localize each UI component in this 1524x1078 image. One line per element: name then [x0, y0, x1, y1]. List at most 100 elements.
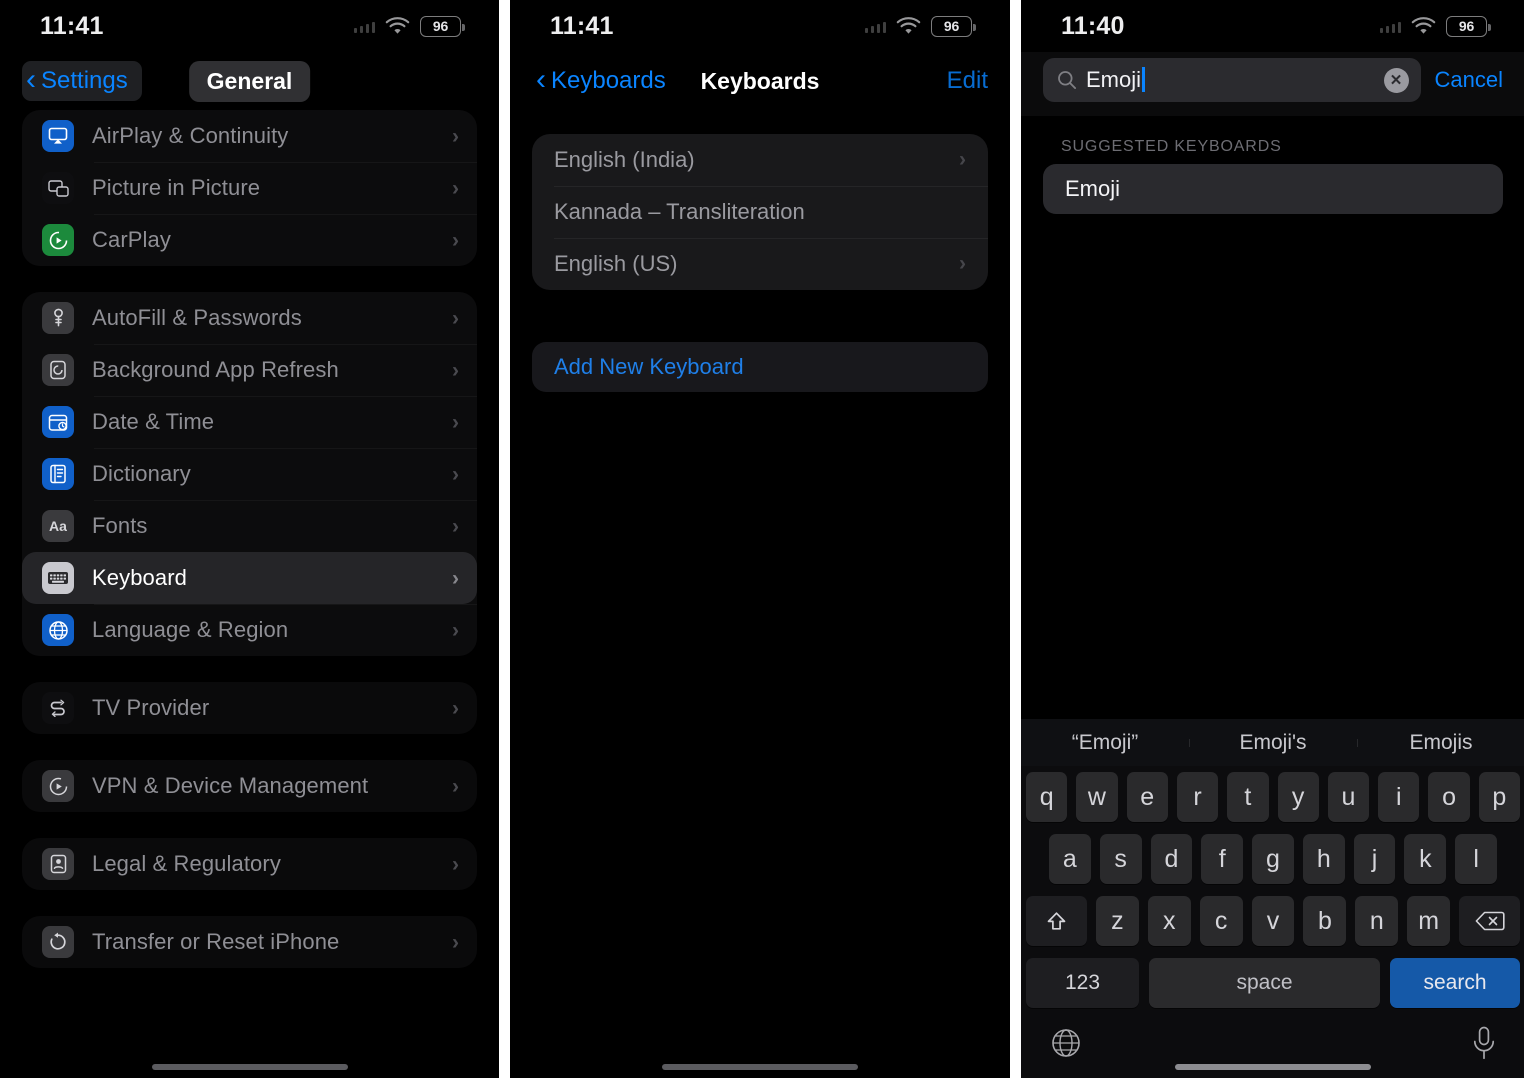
chevron-right-icon: ›: [452, 358, 459, 382]
globe-grid-icon: [42, 614, 74, 646]
row-tv-provider[interactable]: TV Provider ›: [22, 682, 477, 734]
battery-indicator: 96: [420, 15, 465, 37]
row-legal-regulatory[interactable]: Legal & Regulatory ›: [22, 838, 477, 890]
back-button-label: Settings: [41, 67, 128, 94]
search-input[interactable]: Emoji ✕: [1043, 58, 1421, 102]
keyboard-row-4: 123 space search: [1021, 952, 1524, 1014]
prediction-bar: “Emoji” Emoji's Emojis: [1021, 719, 1524, 766]
row-label: Transfer or Reset iPhone: [92, 929, 340, 954]
key-j[interactable]: j: [1353, 834, 1396, 884]
settings-scroll-area[interactable]: AirPlay & Continuity › Picture in Pictur…: [0, 110, 499, 1078]
key-v[interactable]: v: [1251, 896, 1295, 946]
key-h[interactable]: h: [1302, 834, 1345, 884]
numbers-key[interactable]: 123: [1026, 958, 1139, 1008]
prediction-2[interactable]: Emojis: [1357, 731, 1524, 755]
key-d[interactable]: d: [1150, 834, 1193, 884]
row-transfer-reset-iphone[interactable]: Transfer or Reset iPhone ›: [22, 916, 477, 968]
chevron-right-icon: ›: [452, 514, 459, 538]
microphone-icon[interactable]: [1471, 1025, 1497, 1061]
cellular-signal-icon: [1379, 20, 1401, 33]
edit-button[interactable]: Edit: [947, 67, 988, 95]
search-return-key[interactable]: search: [1390, 958, 1520, 1008]
keyboard-row-kannada-transliteration[interactable]: Kannada – Transliteration: [532, 186, 988, 238]
prediction-0[interactable]: “Emoji”: [1021, 731, 1189, 755]
row-label: Dictionary: [92, 461, 191, 486]
backspace-icon[interactable]: [1459, 896, 1521, 946]
row-picture-in-picture[interactable]: Picture in Picture ›: [22, 162, 477, 214]
clear-circle-icon[interactable]: ✕: [1383, 67, 1409, 93]
key-a[interactable]: a: [1048, 834, 1091, 884]
key-p[interactable]: p: [1478, 772, 1520, 822]
row-label: VPN & Device Management: [92, 773, 369, 798]
page-title: Keyboards: [700, 67, 820, 94]
row-language-region[interactable]: Language & Region ›: [22, 604, 477, 656]
panel-general-settings: 11:41 96 ‹ Settings General AirPlay & Co…: [0, 0, 499, 1078]
key-c[interactable]: c: [1199, 896, 1243, 946]
prediction-1[interactable]: Emoji's: [1189, 731, 1357, 755]
key-m[interactable]: m: [1407, 896, 1451, 946]
row-dictionary[interactable]: Dictionary ›: [22, 448, 477, 500]
key-u[interactable]: u: [1327, 772, 1370, 822]
chevron-right-icon: ›: [452, 618, 459, 642]
back-button-keyboards[interactable]: ‹ Keyboards: [532, 61, 680, 101]
keyboard-row-english-us[interactable]: English (US) ›: [532, 238, 988, 290]
shift-icon[interactable]: [1026, 896, 1087, 946]
cellular-signal-icon: [864, 20, 886, 33]
space-key[interactable]: space: [1149, 958, 1380, 1008]
battery-indicator: 96: [1446, 15, 1491, 37]
cancel-button[interactable]: Cancel: [1435, 67, 1503, 93]
row-autofill-passwords[interactable]: AutoFill & Passwords ›: [22, 292, 477, 344]
row-fonts[interactable]: Aa Fonts ›: [22, 500, 477, 552]
back-button-label: Keyboards: [551, 67, 666, 94]
legal-icon: [42, 848, 74, 880]
wifi-icon: [385, 16, 410, 34]
key-y[interactable]: y: [1277, 772, 1319, 822]
chevron-right-icon: ›: [452, 852, 459, 876]
back-button-settings[interactable]: ‹ Settings: [22, 61, 142, 101]
settings-group: AirPlay & Continuity › Picture in Pictur…: [22, 110, 477, 266]
key-z[interactable]: z: [1095, 896, 1139, 946]
keyboard-row-english-india[interactable]: English (India) ›: [532, 134, 988, 186]
key-t[interactable]: t: [1227, 772, 1269, 822]
chevron-right-icon: ›: [452, 306, 459, 330]
row-date-time[interactable]: Date & Time ›: [22, 396, 477, 448]
row-label: AutoFill & Passwords: [92, 305, 302, 330]
page-title: General: [188, 60, 311, 102]
key-f[interactable]: f: [1201, 834, 1244, 884]
settings-group: VPN & Device Management ›: [22, 760, 477, 812]
key-r[interactable]: r: [1176, 772, 1219, 822]
key-i[interactable]: i: [1378, 772, 1420, 822]
text-caret: [1142, 67, 1145, 92]
row-vpn-device-management[interactable]: VPN & Device Management ›: [22, 760, 477, 812]
picture-in-picture-icon: [42, 172, 74, 204]
key-q[interactable]: q: [1026, 772, 1068, 822]
navigation-bar: ‹ Settings General: [0, 52, 499, 110]
key-k[interactable]: k: [1404, 834, 1447, 884]
settings-group: Transfer or Reset iPhone ›: [22, 916, 477, 968]
key-o[interactable]: o: [1428, 772, 1470, 822]
key-e[interactable]: e: [1126, 772, 1168, 822]
row-label: AirPlay & Continuity: [92, 123, 289, 148]
globe-icon[interactable]: [1049, 1026, 1083, 1060]
status-time: 11:41: [550, 11, 614, 40]
wifi-icon: [896, 16, 921, 34]
key-l[interactable]: l: [1455, 834, 1498, 884]
key-x[interactable]: x: [1147, 896, 1191, 946]
key-n[interactable]: n: [1355, 896, 1399, 946]
row-airplay-continuity[interactable]: AirPlay & Continuity ›: [22, 110, 477, 162]
status-bar: 11:41 96: [0, 0, 499, 52]
home-indicator: [1175, 1064, 1371, 1070]
add-new-keyboard-button[interactable]: Add New Keyboard: [532, 342, 988, 392]
key-icon: [42, 302, 74, 334]
key-b[interactable]: b: [1303, 896, 1347, 946]
key-s[interactable]: s: [1099, 834, 1142, 884]
key-w[interactable]: w: [1076, 772, 1118, 822]
key-g[interactable]: g: [1252, 834, 1294, 884]
row-background-app-refresh[interactable]: Background App Refresh ›: [22, 344, 477, 396]
suggested-keyboard-row-emoji[interactable]: Emoji: [1043, 164, 1503, 214]
row-keyboard[interactable]: Keyboard ›: [22, 552, 477, 604]
keyboard-row-2: a s d f g h j k l: [1021, 828, 1524, 890]
row-label: Fonts: [92, 513, 148, 538]
row-carplay[interactable]: CarPlay ›: [22, 214, 477, 266]
panel-divider: [499, 0, 510, 1078]
